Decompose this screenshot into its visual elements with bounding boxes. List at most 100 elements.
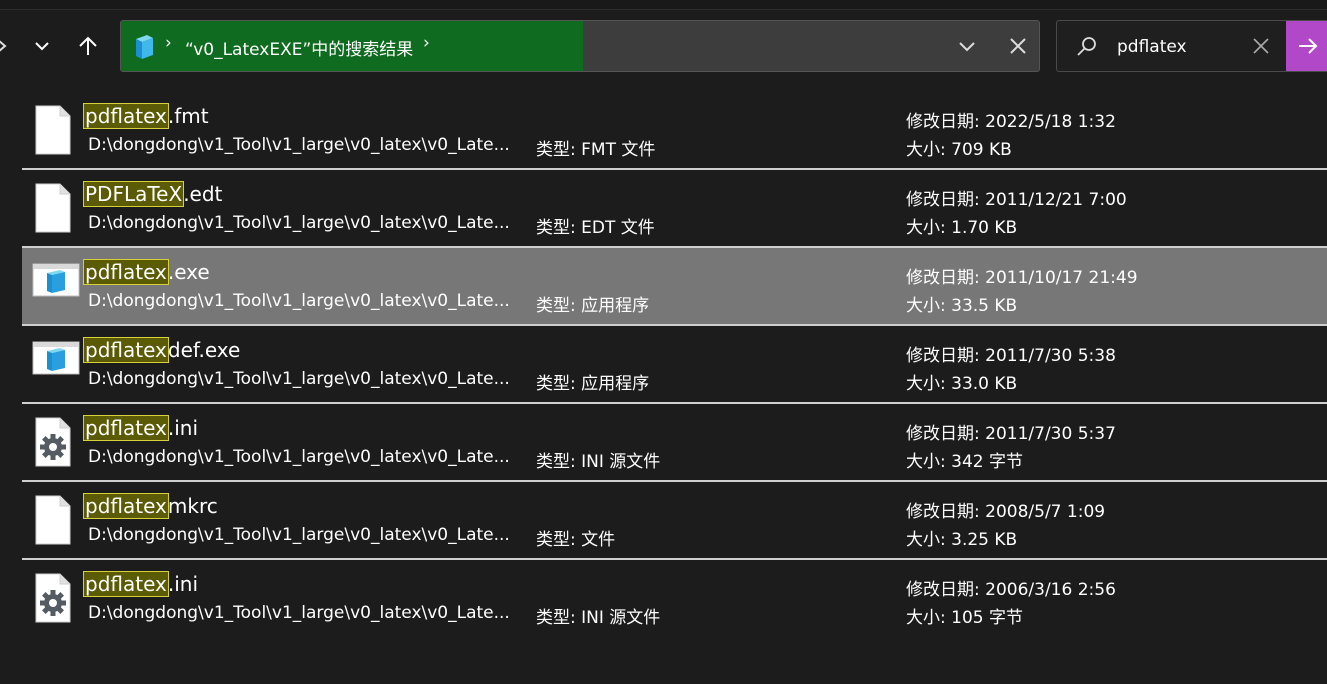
size-value: 1.70 KB <box>951 218 1018 238</box>
modified-date: 修改日期: 2006/3/16 2:56 <box>906 575 1116 600</box>
file-icon <box>32 182 74 234</box>
date-value: 2006/3/16 2:56 <box>985 580 1116 600</box>
close-icon <box>1253 38 1269 54</box>
search-match-highlight: pdflatex <box>83 415 169 441</box>
file-size: 大小: 3.25 KB <box>906 525 1017 550</box>
size-value: 342 字节 <box>951 452 1023 472</box>
file-size: 大小: 33.5 KB <box>906 291 1017 316</box>
modified-date: 修改日期: 2011/7/30 5:37 <box>906 419 1116 444</box>
date-label: 修改日期: <box>906 502 986 522</box>
type-label: 类型: <box>536 296 582 316</box>
result-row[interactable]: pdflatex.ini D:\dongdong\v1_Tool\v1_larg… <box>22 560 1327 638</box>
date-label: 修改日期: <box>906 580 986 600</box>
search-match-highlight: pdflatex <box>83 337 169 363</box>
date-value: 2011/10/17 21:49 <box>985 268 1138 288</box>
result-row[interactable]: pdflatex.exe D:\dongdong\v1_Tool\v1_larg… <box>22 248 1327 326</box>
date-value: 2011/12/21 7:00 <box>985 190 1127 210</box>
type-value: 文件 <box>581 530 616 550</box>
result-row[interactable]: PDFLaTeX.edt D:\dongdong\v1_Tool\v1_larg… <box>22 170 1327 248</box>
size-label: 大小: <box>906 140 952 160</box>
file-name[interactable]: pdflatexdef.exe <box>83 336 241 364</box>
result-row[interactable]: pdflatex.fmt D:\dongdong\v1_Tool\v1_larg… <box>22 92 1327 170</box>
size-label: 大小: <box>906 530 952 550</box>
search-clear-button[interactable] <box>1251 35 1271 61</box>
search-go-button[interactable] <box>1286 21 1327 71</box>
breadcrumb-separator[interactable]: › <box>423 33 430 53</box>
file-path: D:\dongdong\v1_Tool\v1_large\v0_latex\v0… <box>88 213 510 233</box>
file-icon <box>32 494 74 546</box>
date-value: 2011/7/30 5:37 <box>985 424 1116 444</box>
date-value: 2022/5/18 1:32 <box>985 112 1116 132</box>
chevron-down-icon <box>35 42 49 51</box>
file-path: D:\dongdong\v1_Tool\v1_large\v0_latex\v0… <box>88 525 510 545</box>
date-label: 修改日期: <box>906 112 986 132</box>
file-name[interactable]: pdflatex.fmt <box>83 102 209 130</box>
date-value: 2008/5/7 1:09 <box>985 502 1106 522</box>
type-label: 类型: <box>536 452 582 472</box>
file-icon <box>32 104 74 156</box>
result-row[interactable]: pdflatexdef.exe D:\dongdong\v1_Tool\v1_l… <box>22 326 1327 404</box>
modified-date: 修改日期: 2011/10/17 21:49 <box>906 263 1138 288</box>
file-name-rest: .exe <box>167 260 210 284</box>
file-name[interactable]: pdflatex.ini <box>83 570 198 598</box>
file-name[interactable]: pdflatex.ini <box>83 414 199 442</box>
size-value: 33.0 KB <box>951 374 1018 394</box>
search-box[interactable] <box>1056 20 1327 72</box>
file-name[interactable]: pdflatexmkrc <box>83 492 218 520</box>
breadcrumb-search-results[interactable]: “v0_LatexEXE”中的搜索结果 <box>185 35 413 60</box>
result-row[interactable]: pdflatex.ini D:\dongdong\v1_Tool\v1_larg… <box>22 404 1327 482</box>
date-label: 修改日期: <box>906 346 986 366</box>
file-type: 类型: 文件 <box>536 525 615 550</box>
size-label: 大小: <box>906 374 952 394</box>
file-name[interactable]: pdflatex.exe <box>83 258 210 286</box>
search-match-highlight: pdflatex <box>83 103 169 129</box>
search-match-highlight: pdflatex <box>83 493 169 519</box>
size-value: 105 字节 <box>951 608 1023 628</box>
date-value: 2011/7/30 5:38 <box>985 346 1116 366</box>
file-name-rest: .ini <box>167 416 199 440</box>
type-label: 类型: <box>536 530 582 550</box>
up-button[interactable] <box>72 28 104 64</box>
window-top-strip <box>0 0 1327 10</box>
type-value: INI 源文件 <box>581 608 661 628</box>
file-path: D:\dongdong\v1_Tool\v1_large\v0_latex\v0… <box>88 603 510 623</box>
file-type: 类型: 应用程序 <box>536 369 649 394</box>
address-history-button[interactable] <box>957 34 977 62</box>
file-name-rest: def.exe <box>167 338 241 362</box>
file-size: 大小: 1.70 KB <box>906 213 1017 238</box>
address-close-button[interactable] <box>1007 34 1029 62</box>
file-type: 类型: EDT 文件 <box>536 213 655 238</box>
breadcrumb-separator[interactable]: › <box>165 33 172 53</box>
file-path: D:\dongdong\v1_Tool\v1_large\v0_latex\v0… <box>88 369 510 389</box>
address-bar[interactable]: › “v0_LatexEXE”中的搜索结果 › <box>120 20 1040 72</box>
result-row[interactable]: pdflatexmkrc D:\dongdong\v1_Tool\v1_larg… <box>22 482 1327 560</box>
chevron-right-icon <box>0 40 7 52</box>
file-type: 类型: INI 源文件 <box>536 603 660 628</box>
file-type: 类型: FMT 文件 <box>536 135 655 160</box>
file-path: D:\dongdong\v1_Tool\v1_large\v0_latex\v0… <box>88 291 510 311</box>
app-window-icon <box>32 338 80 390</box>
settings-file-icon <box>32 416 74 468</box>
size-label: 大小: <box>906 452 952 472</box>
forward-button[interactable] <box>0 28 10 64</box>
size-label: 大小: <box>906 296 952 316</box>
file-type: 类型: INI 源文件 <box>536 447 660 472</box>
size-label: 大小: <box>906 218 952 238</box>
file-name-rest: mkrc <box>167 494 218 518</box>
type-value: EDT 文件 <box>581 218 655 238</box>
modified-date: 修改日期: 2011/7/30 5:38 <box>906 341 1116 366</box>
file-path: D:\dongdong\v1_Tool\v1_large\v0_latex\v0… <box>88 447 510 467</box>
arrow-up-icon <box>79 36 97 55</box>
arrow-right-icon <box>1299 38 1318 54</box>
type-label: 类型: <box>536 218 582 238</box>
recent-locations-button[interactable] <box>28 28 56 64</box>
type-label: 类型: <box>536 374 582 394</box>
modified-date: 修改日期: 2008/5/7 1:09 <box>906 497 1105 522</box>
file-name[interactable]: PDFLaTeX.edt <box>82 180 222 208</box>
date-label: 修改日期: <box>906 424 986 444</box>
file-size: 大小: 709 KB <box>906 135 1012 160</box>
settings-file-icon <box>32 572 74 624</box>
file-size: 大小: 33.0 KB <box>906 369 1017 394</box>
modified-date: 修改日期: 2022/5/18 1:32 <box>906 107 1116 132</box>
search-folder-icon <box>133 34 155 64</box>
